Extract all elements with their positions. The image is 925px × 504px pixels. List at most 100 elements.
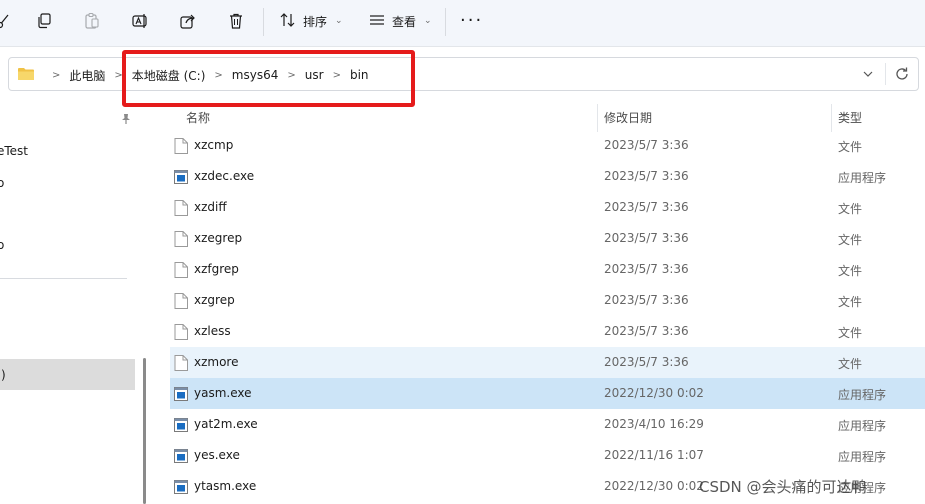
file-row[interactable]: xzfgrep 2023/5/7 3:36 文件 xyxy=(170,254,925,285)
file-type: 文件 xyxy=(838,202,863,216)
file-date: 2023/5/7 3:36 xyxy=(604,169,689,183)
file-icon xyxy=(174,231,188,247)
file-date: 2023/5/7 3:36 xyxy=(604,355,689,369)
file-row[interactable]: xzegrep 2023/5/7 3:36 文件 xyxy=(170,223,925,254)
chevron-right-icon[interactable]: > xyxy=(287,70,295,81)
file-name: xzless xyxy=(194,324,231,338)
file-date: 2023/5/7 3:36 xyxy=(604,324,689,338)
file-name: xzdiff xyxy=(194,200,227,214)
watermark-text: CSDN @会头痛的可达鸭 xyxy=(699,478,867,496)
breadcrumb-bin[interactable]: bin xyxy=(350,68,369,82)
nav-item-quick-access[interactable]: o xyxy=(0,238,4,252)
breadcrumb-local-disk[interactable]: 本地磁盘 (C:) xyxy=(132,67,206,84)
file-row[interactable]: xzgrep 2023/5/7 3:36 文件 xyxy=(170,285,925,316)
application-icon xyxy=(174,448,188,464)
file-type: 应用程序 xyxy=(838,388,887,402)
nav-scrollbar[interactable] xyxy=(143,358,146,504)
chevron-right-icon[interactable]: > xyxy=(114,70,122,81)
column-divider[interactable] xyxy=(831,104,832,132)
view-icon xyxy=(368,11,386,32)
file-row[interactable]: yasm.exe 2022/12/30 0:02 应用程序 xyxy=(170,378,925,409)
file-row[interactable]: xzdiff 2023/5/7 3:36 文件 xyxy=(170,192,925,223)
column-header-type[interactable]: 类型 xyxy=(838,109,862,126)
view-label: 查看 xyxy=(392,14,417,29)
nav-item-quick-access[interactable]: o xyxy=(0,176,4,190)
sort-button[interactable]: 排序 ⌄ xyxy=(279,9,343,33)
file-icon xyxy=(174,200,188,216)
nav-divider xyxy=(0,278,127,279)
application-icon xyxy=(174,169,188,185)
file-type: 文件 xyxy=(838,140,863,154)
delete-icon[interactable] xyxy=(225,10,247,32)
address-bar[interactable]: > 此电脑 > 本地磁盘 (C:) > msys64 > usr > bin xyxy=(8,57,919,91)
file-date: 2022/12/30 0:02 xyxy=(604,479,704,493)
column-header-date[interactable]: 修改日期 xyxy=(604,109,652,126)
file-type: 文件 xyxy=(838,326,863,340)
toolbar-divider xyxy=(445,8,446,36)
file-type: 应用程序 xyxy=(838,450,887,464)
file-icon xyxy=(174,262,188,278)
folder-icon xyxy=(18,67,34,81)
file-name: xzegrep xyxy=(194,231,243,245)
breadcrumb-this-pc[interactable]: 此电脑 xyxy=(69,67,105,84)
file-row[interactable]: xzmore 2023/5/7 3:36 文件 xyxy=(170,347,925,378)
chevron-right-icon[interactable]: > xyxy=(214,70,222,81)
file-row[interactable]: xzless 2023/5/7 3:36 文件 xyxy=(170,316,925,347)
refresh-icon[interactable] xyxy=(894,66,910,82)
nav-item-local-disk[interactable]: :) xyxy=(0,368,6,382)
file-icon xyxy=(174,355,188,371)
address-history-chevron-icon[interactable] xyxy=(861,67,875,81)
file-name: xzdec.exe xyxy=(194,169,255,183)
file-date: 2023/4/10 16:29 xyxy=(604,417,704,431)
file-name: xzcmp xyxy=(194,138,234,152)
column-headers: 名称 修改日期 类型 xyxy=(0,100,925,132)
file-type: 文件 xyxy=(838,295,863,309)
file-name: xzgrep xyxy=(194,293,235,307)
file-row[interactable]: xzdec.exe 2023/5/7 3:36 应用程序 xyxy=(170,161,925,192)
column-divider[interactable] xyxy=(597,104,598,132)
file-date: 2023/5/7 3:36 xyxy=(604,293,689,307)
command-bar: 排序 ⌄ 查看 ⌄ ··· xyxy=(0,0,925,47)
file-type: 文件 xyxy=(838,264,863,278)
breadcrumb-usr[interactable]: usr xyxy=(305,68,324,82)
file-icon xyxy=(174,138,188,154)
application-icon xyxy=(174,386,188,402)
file-name: yes.exe xyxy=(194,448,240,462)
file-list: xzcmp 2023/5/7 3:36 文件 xzdec.exe 2023/5/7 3:… xyxy=(170,130,925,502)
file-name: xzmore xyxy=(194,355,239,369)
file-date: 2022/12/30 0:02 xyxy=(604,386,704,400)
file-date: 2022/11/16 1:07 xyxy=(604,448,704,462)
nav-item-quick-access[interactable]: eTest xyxy=(0,144,28,158)
view-button[interactable]: 查看 ⌄ xyxy=(368,9,432,33)
file-row[interactable]: yat2m.exe 2023/4/10 16:29 应用程序 xyxy=(170,409,925,440)
file-date: 2023/5/7 3:36 xyxy=(604,231,689,245)
copy-icon[interactable] xyxy=(33,10,55,32)
chevron-right-icon[interactable]: > xyxy=(52,70,60,81)
breadcrumb: > 此电脑 > 本地磁盘 (C:) > msys64 > usr > bin xyxy=(43,66,369,84)
breadcrumb-msys64[interactable]: msys64 xyxy=(232,68,279,82)
rename-icon[interactable] xyxy=(129,10,151,32)
file-type: 文件 xyxy=(838,357,863,371)
chevron-right-icon[interactable]: > xyxy=(333,70,341,81)
file-name: xzfgrep xyxy=(194,262,239,276)
toolbar-divider xyxy=(263,8,264,36)
application-icon xyxy=(174,479,188,495)
paste-icon[interactable] xyxy=(81,10,103,32)
file-name: yasm.exe xyxy=(194,386,252,400)
file-icon xyxy=(174,324,188,340)
navigation-pane: eTest o o :) xyxy=(0,96,146,504)
file-type: 应用程序 xyxy=(838,419,887,433)
cut-icon[interactable] xyxy=(0,10,14,32)
file-name: ytasm.exe xyxy=(194,479,257,493)
column-header-name[interactable]: 名称 xyxy=(186,109,210,126)
more-options-button[interactable]: ··· xyxy=(460,11,483,31)
file-date: 2023/5/7 3:36 xyxy=(604,262,689,276)
address-divider xyxy=(885,63,886,85)
file-date: 2023/5/7 3:36 xyxy=(604,200,689,214)
nav-item-selected-background xyxy=(0,359,135,390)
file-row[interactable]: xzcmp 2023/5/7 3:36 文件 xyxy=(170,130,925,161)
share-icon[interactable] xyxy=(177,10,199,32)
file-row[interactable]: yes.exe 2022/11/16 1:07 应用程序 xyxy=(170,440,925,471)
sort-label: 排序 xyxy=(303,14,328,29)
file-name: yat2m.exe xyxy=(194,417,258,431)
